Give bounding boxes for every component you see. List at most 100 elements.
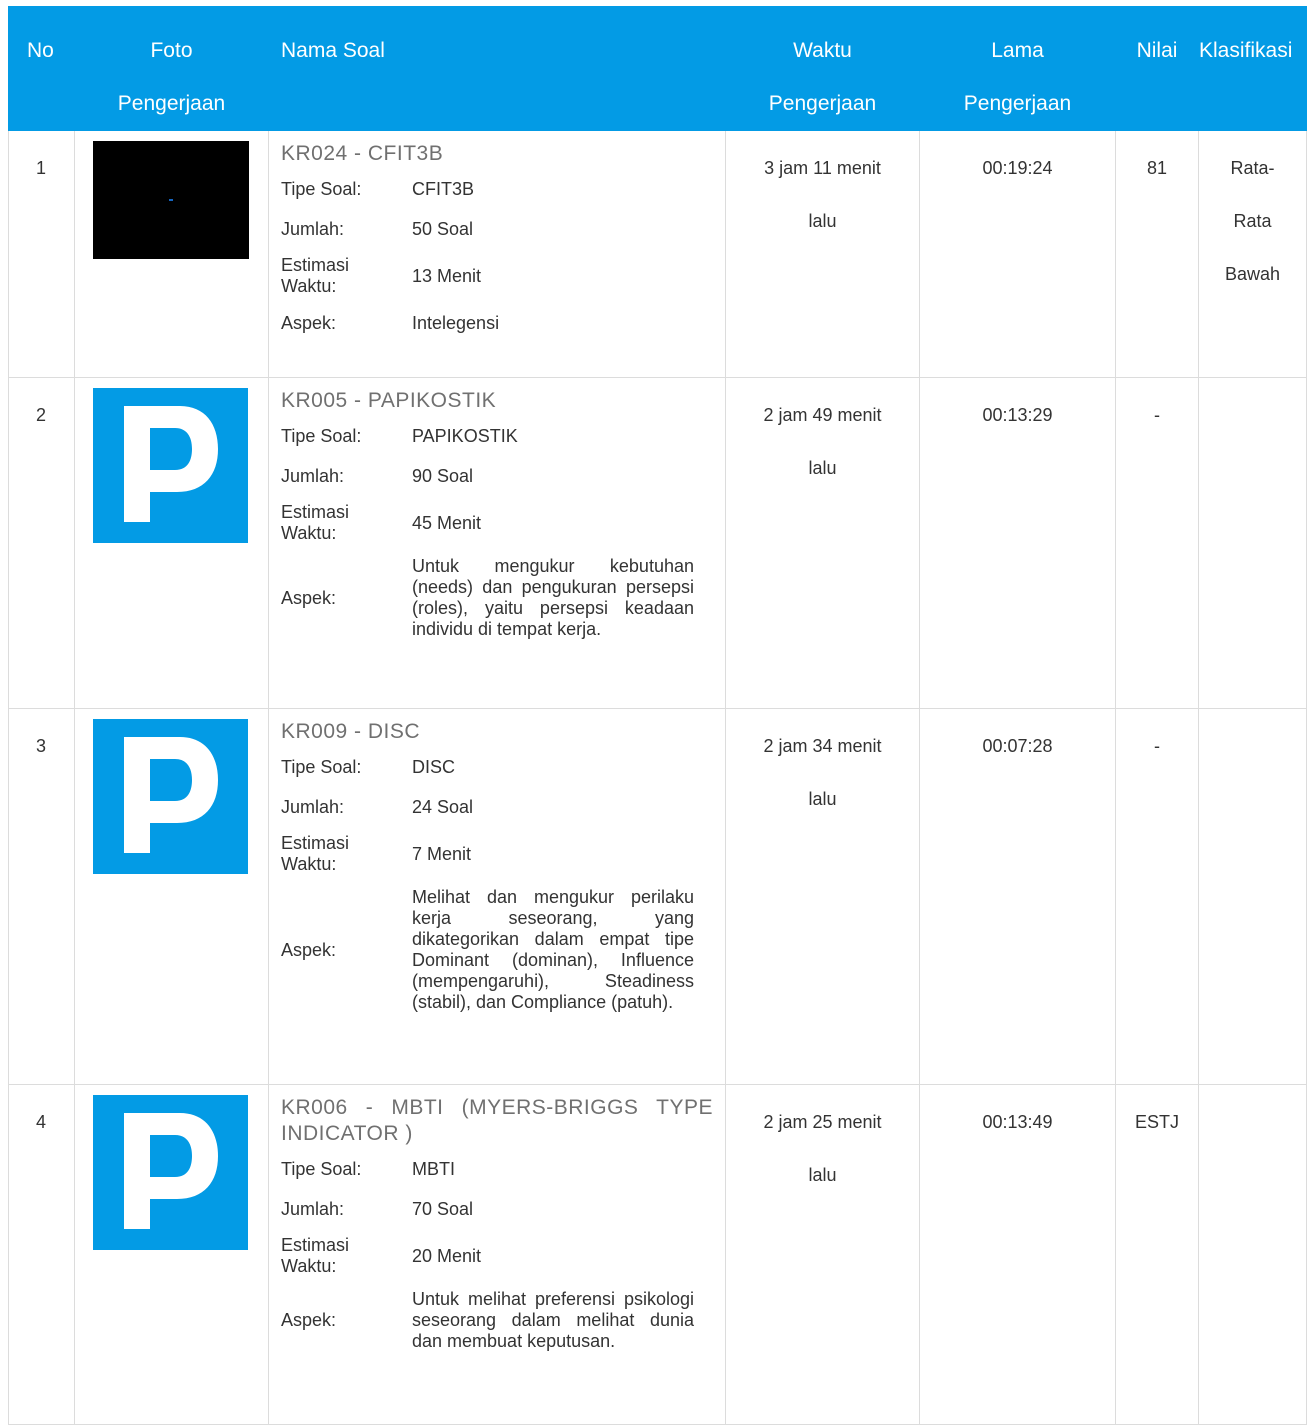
label-jumlah: Jumlah: <box>281 466 345 486</box>
nilai-cell: 81 <box>1115 130 1199 378</box>
value-estimasi: 7 Menit <box>412 843 472 864</box>
p-logo-icon[interactable] <box>93 1095 248 1250</box>
klas-line3: Bawah <box>1224 264 1281 284</box>
value-aspek: Melihat dan mengukur perilaku kerja sese… <box>412 887 694 1012</box>
label-aspek: Aspek: <box>281 939 337 960</box>
header-waktu: Waktu Pengerjaan <box>725 6 920 131</box>
label-estimasi: Estimasi Waktu: <box>281 1235 412 1277</box>
info-aspek: Aspek: Intelegensi <box>281 309 713 337</box>
header-lama-line2: Pengerjaan <box>963 92 1072 115</box>
photo-cell <box>74 1084 269 1425</box>
header-waktu-line2: Pengerjaan <box>768 92 877 115</box>
info-tipe: Tipe Soal: CFIT3B <box>281 175 713 203</box>
table-row: 3 KR009 - DISC Tipe Soal: DISC Jumlah: 24 … <box>8 708 1307 1085</box>
lama-cell: 00:07:28 <box>919 708 1116 1085</box>
results-table-container: No Foto Pengerjaan Nama Soal Waktu Pengerj… <box>8 6 1307 1425</box>
label-estimasi-1: Estimasi <box>281 255 350 275</box>
header-no: No <box>8 6 75 131</box>
value-tipe: CFIT3B <box>412 179 475 199</box>
info-estimasi: Estimasi Waktu: 7 Menit <box>281 833 713 875</box>
info-aspek: Aspek: Melihat dan mengukur perilaku kerj… <box>281 887 713 1013</box>
lama-cell: 00:13:49 <box>919 1084 1116 1425</box>
label-aspek: Aspek: <box>281 587 337 608</box>
info-aspek: Aspek: Untuk melihat preferensi psikologi… <box>281 1289 713 1352</box>
header-waktu-line1: Waktu <box>793 39 852 62</box>
klasifikasi-cell <box>1198 377 1307 709</box>
value-jumlah: 50 Soal <box>412 219 474 239</box>
info-tipe: Tipe Soal: DISC <box>281 753 713 781</box>
test-info-cell: KR024 - CFIT3B Tipe Soal: CFIT3B Jumlah: 5… <box>268 130 726 378</box>
photo-cell <box>74 377 269 709</box>
waktu-line2: lalu <box>808 1165 837 1185</box>
row-number: 3 <box>8 708 75 1085</box>
header-lama-line1: Lama <box>991 39 1044 62</box>
waktu-line2: lalu <box>808 458 837 478</box>
results-table: No Foto Pengerjaan Nama Soal Waktu Pengerj… <box>8 6 1307 1425</box>
thumbnail-speck <box>169 199 173 201</box>
p-logo-icon[interactable] <box>93 719 248 874</box>
value-aspek: Intelegensi <box>412 313 500 333</box>
label-estimasi-1: Estimasi <box>281 502 350 522</box>
header-nama-soal: Nama Soal <box>268 6 726 131</box>
value-aspek: Untuk melihat preferensi psikologi seseo… <box>412 1289 694 1351</box>
header-foto: Foto Pengerjaan <box>74 6 269 131</box>
nilai-cell: - <box>1115 708 1199 1085</box>
waktu-line2: lalu <box>808 211 837 231</box>
header-foto-line2: Pengerjaan <box>117 92 226 115</box>
test-info-cell: KR009 - DISC Tipe Soal: DISC Jumlah: 24 So… <box>268 708 726 1085</box>
label-jumlah: Jumlah: <box>281 219 345 239</box>
header-klasifikasi: Klasifikasi <box>1198 6 1307 131</box>
klas-line1: Rata- <box>1230 158 1275 178</box>
photo-cell <box>74 130 269 378</box>
label-estimasi-2: Waktu: <box>281 276 337 296</box>
label-estimasi: Estimasi Waktu: <box>281 255 412 297</box>
photo-thumbnail[interactable] <box>93 141 249 259</box>
label-estimasi-2: Waktu: <box>281 854 337 874</box>
p-logo-icon[interactable] <box>93 388 248 543</box>
test-info-cell: KR006 - MBTI (MYERS-BRIGGS TYPE INDICATO… <box>268 1084 726 1425</box>
label-estimasi-1: Estimasi <box>281 833 350 853</box>
table-row: 4 KR006 - MBTI (MYERS-BRIGGS TYPE INDICA… <box>8 1084 1307 1425</box>
info-aspek: Aspek: Untuk mengukur kebutuhan (needs) d… <box>281 556 713 640</box>
test-title: KR009 - DISC <box>281 720 421 743</box>
label-aspek: Aspek: <box>281 1310 337 1330</box>
test-title: KR024 - CFIT3B <box>281 142 444 165</box>
table-header-row: No Foto Pengerjaan Nama Soal Waktu Pengerj… <box>8 6 1307 131</box>
info-jumlah: Jumlah: 24 Soal <box>281 793 713 821</box>
row-number: 2 <box>8 377 75 709</box>
header-lama: Lama Pengerjaan <box>919 6 1116 131</box>
waktu-cell: 2 jam 25 menit lalu <box>725 1084 920 1425</box>
lama-cell: 00:13:29 <box>919 377 1116 709</box>
header-foto-line1: Foto <box>150 39 193 62</box>
row-number: 4 <box>8 1084 75 1425</box>
label-tipe: Tipe Soal: <box>281 1159 362 1179</box>
info-estimasi: Estimasi Waktu: 20 Menit <box>281 1235 713 1277</box>
label-estimasi-2: Waktu: <box>281 523 337 543</box>
info-tipe: Tipe Soal: MBTI <box>281 1155 713 1183</box>
lama-cell: 00:19:24 <box>919 130 1116 378</box>
info-jumlah: Jumlah: 70 Soal <box>281 1195 713 1223</box>
value-tipe: DISC <box>412 757 456 777</box>
waktu-cell: 3 jam 11 menit lalu <box>725 130 920 378</box>
test-title: KR006 - MBTI (MYERS-BRIGGS TYPE INDICATO… <box>281 1096 713 1145</box>
label-tipe: Tipe Soal: <box>281 757 362 777</box>
value-tipe: PAPIKOSTIK <box>412 426 518 446</box>
label-estimasi: Estimasi Waktu: <box>281 502 412 544</box>
klas-line2: Rata <box>1233 211 1272 231</box>
test-info-cell: KR005 - PAPIKOSTIK Tipe Soal: PAPIKOSTIK … <box>268 377 726 709</box>
header-nilai: Nilai <box>1115 6 1199 131</box>
info-estimasi: Estimasi Waktu: 13 Menit <box>281 255 713 297</box>
value-estimasi: 13 Menit <box>412 265 482 286</box>
value-estimasi: 45 Menit <box>412 512 482 533</box>
label-tipe: Tipe Soal: <box>281 179 362 199</box>
label-aspek: Aspek: <box>281 313 337 333</box>
klasifikasi-cell <box>1198 1084 1307 1425</box>
label-jumlah: Jumlah: <box>281 1199 345 1219</box>
waktu-cell: 2 jam 34 menit lalu <box>725 708 920 1085</box>
label-estimasi: Estimasi Waktu: <box>281 833 412 875</box>
nilai-cell: ESTJ <box>1115 1084 1199 1425</box>
info-jumlah: Jumlah: 50 Soal <box>281 215 713 243</box>
waktu-cell: 2 jam 49 menit lalu <box>725 377 920 709</box>
label-tipe: Tipe Soal: <box>281 426 362 446</box>
waktu-line1: 2 jam 34 menit <box>763 736 882 756</box>
